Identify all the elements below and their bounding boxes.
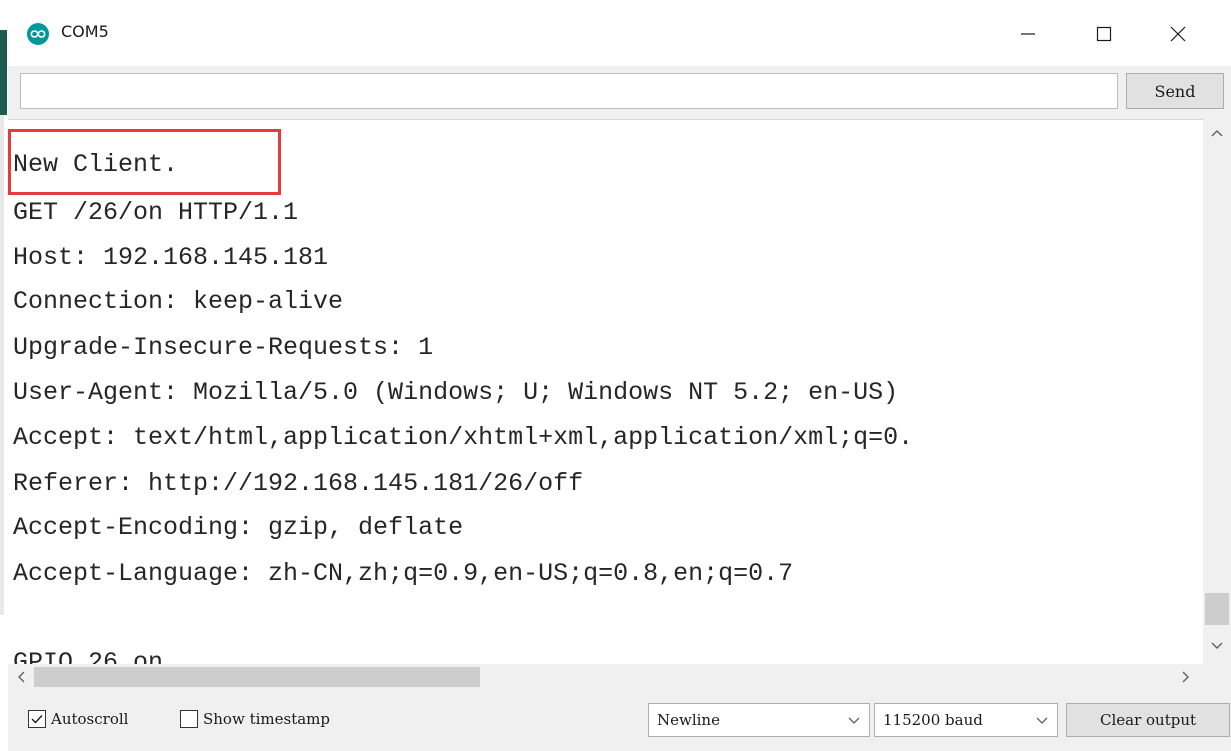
scroll-right-button[interactable] <box>1173 664 1199 690</box>
scroll-down-button[interactable] <box>1203 632 1231 660</box>
baud-rate-value: 115200 baud <box>883 711 983 729</box>
autoscroll-checkbox[interactable] <box>28 710 46 728</box>
line-ending-select[interactable]: Newline <box>648 703 870 737</box>
chevron-down-icon <box>1036 717 1048 724</box>
bottom-toolbar: Autoscroll Show timestamp Newline 115200… <box>8 690 1231 751</box>
minimize-button[interactable] <box>1008 14 1048 54</box>
send-button[interactable]: Send <box>1126 73 1224 109</box>
timestamp-label: Show timestamp <box>203 710 330 728</box>
baud-rate-select[interactable]: 115200 baud <box>874 703 1058 737</box>
scroll-right-icon <box>1182 671 1189 683</box>
send-row: Send <box>8 66 1231 119</box>
window-title: COM5 <box>61 22 109 41</box>
output-line: Accept-Language: zh-CN,zh;q=0.9,en-US;q=… <box>13 559 794 588</box>
vertical-scroll-thumb[interactable] <box>1205 593 1229 625</box>
maximize-button[interactable] <box>1084 14 1124 54</box>
chevron-down-icon <box>848 717 860 724</box>
background-window-accent <box>0 30 7 115</box>
output-line: Accept: text/html,application/xhtml+xml,… <box>13 423 914 452</box>
output-line: Host: 192.168.145.181 <box>13 243 329 272</box>
serial-output[interactable]: New Client. GET /26/on HTTP/1.1 Host: 19… <box>8 119 1203 665</box>
title-bar[interactable]: COM5 <box>8 0 1231 66</box>
output-line: Accept-Encoding: gzip, deflate <box>13 513 464 542</box>
output-line: New Client. <box>13 150 179 179</box>
serial-monitor-window: COM5 Send New Client. GET /26/on HTTP/1.… <box>8 0 1231 751</box>
output-line: User-Agent: Mozilla/5.0 (Windows; U; Win… <box>13 378 899 407</box>
clear-output-button[interactable]: Clear output <box>1066 703 1230 737</box>
scroll-left-icon <box>18 671 25 683</box>
checkmark-icon <box>31 715 43 724</box>
output-line: Connection: keep-alive <box>13 287 344 316</box>
line-ending-value: Newline <box>657 711 720 729</box>
autoscroll-label: Autoscroll <box>51 710 129 728</box>
minimize-icon <box>1021 33 1035 35</box>
output-line: GPIO 26 on <box>13 648 164 665</box>
scroll-down-icon <box>1211 642 1223 649</box>
close-icon <box>1170 26 1186 42</box>
background-window-edge <box>0 0 8 751</box>
timestamp-toggle[interactable]: Show timestamp <box>180 710 330 728</box>
scroll-up-icon <box>1211 130 1223 137</box>
timestamp-checkbox[interactable] <box>180 710 198 728</box>
scroll-up-button[interactable] <box>1203 119 1231 147</box>
output-line: Referer: http://192.168.145.181/26/off <box>13 469 584 498</box>
horizontal-scrollbar[interactable] <box>8 664 1231 690</box>
scroll-left-button[interactable] <box>8 664 34 690</box>
background-window-panel <box>0 115 4 615</box>
send-input[interactable] <box>20 73 1118 109</box>
horizontal-scroll-thumb[interactable] <box>34 667 480 687</box>
output-line: Upgrade-Insecure-Requests: 1 <box>13 333 434 362</box>
vertical-scrollbar[interactable] <box>1203 119 1231 664</box>
arduino-icon <box>27 23 49 45</box>
maximize-icon <box>1096 26 1112 42</box>
close-button[interactable] <box>1158 14 1198 54</box>
output-line: GET /26/on HTTP/1.1 <box>13 198 299 227</box>
autoscroll-toggle[interactable]: Autoscroll <box>28 710 128 728</box>
